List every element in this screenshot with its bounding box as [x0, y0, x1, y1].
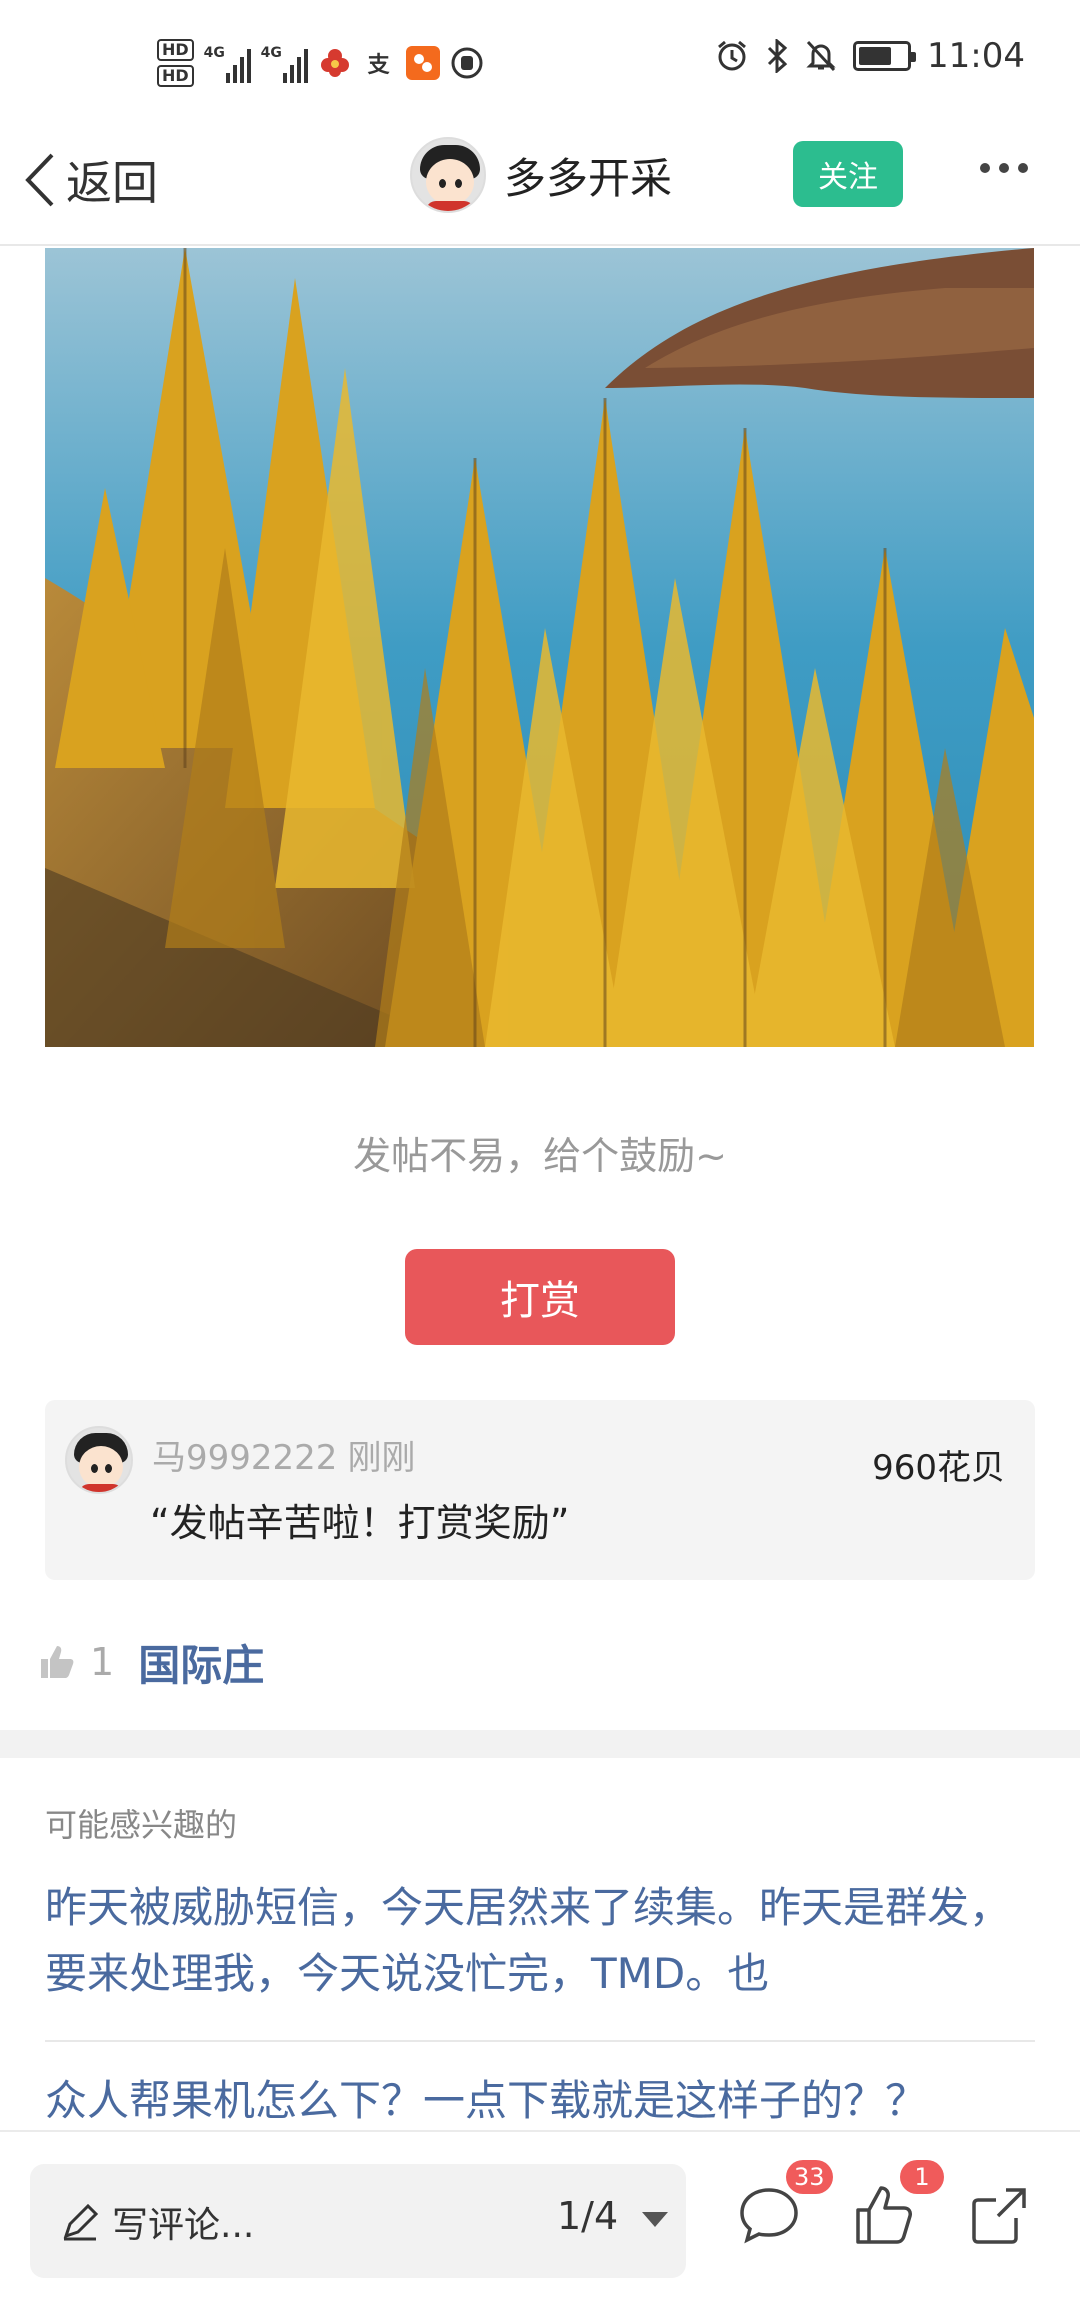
avatar[interactable] — [410, 137, 486, 213]
reward-record-card: 马9992222 刚刚 “发帖辛苦啦！打赏奖励” 960花贝 — [45, 1400, 1035, 1580]
thumbs-up-icon — [41, 1646, 74, 1678]
comment-placeholder: 写评论... — [112, 2205, 255, 2246]
back-label: 返回 — [66, 156, 158, 210]
like-count-badge: 1 — [900, 2160, 944, 2194]
encourage-text: 发帖不易，给个鼓励~ — [353, 1134, 727, 1178]
reward-meta: 马9992222 刚刚 — [152, 1430, 415, 1479]
rewarder-name[interactable]: 马9992222 — [152, 1438, 337, 1478]
chevron-left-icon — [25, 153, 54, 207]
status-left: HD HD 4G 4G 支 — [157, 32, 484, 94]
likes-row: 1 国际庄 — [38, 1632, 264, 1692]
alarm-icon — [718, 40, 746, 71]
follow-button[interactable]: 关注 — [793, 141, 903, 207]
author-name[interactable]: 多多开采 — [504, 145, 672, 206]
nav-bar: 返回 多多开采 关注 — [0, 125, 1080, 246]
page-indicator[interactable]: 1/4 — [557, 2194, 618, 2238]
signal-icon-2: 4G — [261, 43, 308, 83]
taobao-app-icon — [405, 46, 440, 80]
reward-amount: 960花贝 — [872, 1448, 1005, 1488]
recommend-title: 可能感兴趣的 — [45, 1806, 238, 1844]
comment-icon — [740, 2188, 798, 2244]
hd-badge-2: HD — [157, 65, 194, 87]
recommend-separator — [45, 2040, 1035, 2042]
rewarder-avatar[interactable] — [65, 1426, 133, 1494]
comment-count-badge: 33 — [786, 2160, 833, 2194]
author-info[interactable]: 多多开采 — [410, 137, 672, 213]
bluetooth-icon — [767, 39, 788, 73]
mute-icon — [806, 40, 836, 72]
flower-app-icon — [317, 46, 352, 80]
share-button[interactable] — [966, 2182, 1032, 2248]
section-divider — [0, 1730, 1080, 1758]
more-options-icon[interactable] — [980, 163, 1028, 173]
post-image[interactable] — [45, 248, 1034, 1047]
back-button[interactable]: 返回 — [22, 145, 158, 215]
comment-input[interactable]: 写评论... 1/4 — [30, 2164, 686, 2278]
hd-indicators: HD HD — [157, 39, 194, 87]
status-bar: HD HD 4G 4G 支 11:04 — [0, 0, 1080, 125]
recommend-item[interactable]: 昨天被威胁短信，今天居然来了续集。昨天是群发，要来处理我，今天说没忙完，TMD。… — [45, 1875, 1035, 2007]
reward-message: “发帖辛苦啦！打赏奖励” — [150, 1501, 570, 1545]
status-time: 11:04 — [927, 36, 1025, 76]
status-right: 11:04 — [715, 36, 1025, 76]
signal-icon-1: 4G — [204, 43, 251, 83]
alipay-icon: 支 — [367, 53, 390, 78]
like-button[interactable]: 1 — [852, 2160, 944, 2248]
liker-name[interactable]: 国际庄 — [138, 1632, 264, 1693]
battery-fill — [859, 47, 892, 65]
bottom-bar: 写评论... 1/4 33 1 — [0, 2130, 1080, 2310]
hd-badge-1: HD — [157, 39, 194, 61]
like-count: 1 — [90, 1640, 115, 1684]
recommend-item[interactable]: 众人帮果机怎么下？一点下载就是这样子的？？ — [45, 2068, 1035, 2134]
reward-button[interactable]: 打赏 — [405, 1249, 675, 1345]
battery-icon — [853, 41, 917, 71]
share-icon — [972, 2188, 1026, 2244]
pencil-icon — [63, 2203, 99, 2241]
shield-app-icon — [450, 46, 484, 80]
caret-down-icon[interactable] — [642, 2212, 668, 2227]
reward-time: 刚刚 — [347, 1438, 416, 1478]
comment-button[interactable]: 33 — [736, 2160, 833, 2248]
